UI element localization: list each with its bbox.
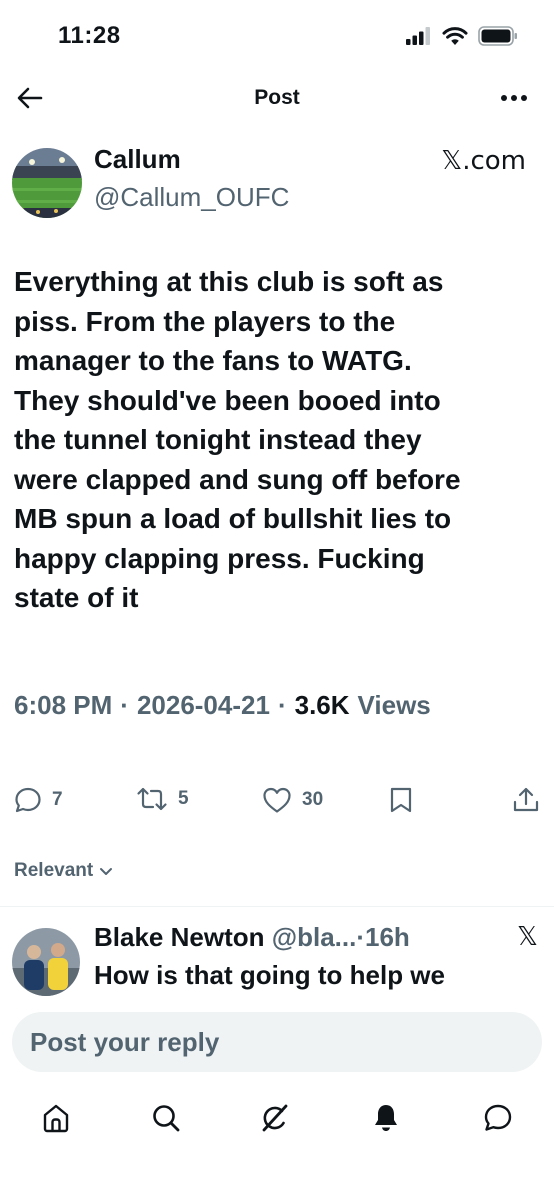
author-avatar[interactable]	[12, 148, 82, 218]
status-time: 11:28	[58, 22, 121, 49]
source-label: 𝕏.com	[441, 146, 526, 176]
views-label: Views	[357, 690, 431, 720]
tab-home[interactable]	[36, 1098, 76, 1138]
top-bar: Post	[0, 76, 554, 122]
sort-label: Relevant	[14, 860, 94, 881]
status-bar: 11:28	[0, 0, 554, 70]
views-count: 3.6K	[294, 690, 350, 720]
reply-item[interactable]: Blake Newton @bla...·16h 𝕏 How is that g…	[12, 922, 542, 1002]
reply-source-label: 𝕏	[517, 922, 538, 952]
notifications-icon	[375, 1105, 397, 1131]
like-button[interactable]: 30	[262, 786, 323, 814]
grok-icon	[262, 1104, 288, 1132]
like-count: 30	[302, 789, 324, 810]
post-time[interactable]: 6:08 PM	[14, 690, 112, 721]
heart-icon	[263, 787, 291, 813]
chevron-down-icon	[100, 868, 113, 875]
reply-button[interactable]: 7	[14, 786, 63, 814]
page-title: Post	[254, 86, 300, 109]
post-meta: 6:08 PM · 2026-04-21 · 3.6K Views	[14, 690, 431, 721]
stadium-avatar-image	[12, 148, 82, 218]
battery-icon	[478, 26, 517, 46]
reply-time: 16h	[365, 922, 410, 952]
wifi-icon	[442, 27, 468, 45]
reply-count: 7	[52, 789, 63, 810]
reply-text: How is that going to help we	[94, 960, 445, 990]
share-icon	[513, 787, 539, 812]
sort-replies-dropdown[interactable]: Relevant	[14, 860, 113, 882]
post-text: Everything at this club is soft as piss.…	[14, 266, 461, 613]
tab-notifications[interactable]	[366, 1098, 406, 1138]
meta-separator: ·	[120, 690, 129, 720]
author-name[interactable]: Callum	[94, 144, 181, 175]
bottom-tab-bar	[0, 1092, 554, 1142]
post-actions: 7 5 30	[0, 786, 554, 820]
reply-author-name[interactable]: Blake Newton	[94, 922, 265, 952]
tab-search[interactable]	[146, 1098, 186, 1138]
post-author: Callum @Callum_OUFC 𝕏.com	[12, 144, 542, 220]
repost-icon	[137, 787, 167, 811]
search-icon	[153, 1105, 180, 1132]
reply-placeholder: Post your reply	[30, 1027, 220, 1057]
reply-icon	[15, 787, 41, 813]
status-icons	[406, 26, 518, 46]
signal-icon	[406, 27, 430, 45]
home-icon	[43, 1104, 69, 1133]
tab-messages[interactable]	[478, 1098, 518, 1138]
messages-icon	[484, 1104, 512, 1131]
divider	[0, 906, 554, 907]
reply-author-handle[interactable]: @bla...	[272, 922, 357, 952]
reply-input[interactable]: Post your reply	[12, 1012, 542, 1072]
meta-separator: ·	[277, 690, 287, 720]
more-button[interactable]	[496, 84, 532, 112]
bookmark-icon	[390, 787, 412, 813]
repost-button[interactable]: 5	[136, 786, 189, 812]
reply-avatar[interactable]	[12, 928, 80, 996]
repost-count: 5	[178, 788, 189, 809]
bookmark-button[interactable]	[388, 786, 414, 814]
more-icon	[501, 95, 527, 101]
tab-grok[interactable]	[254, 1098, 294, 1138]
reply-dot: ·	[356, 922, 365, 952]
people-avatar-image	[12, 928, 80, 996]
reply-header: Blake Newton @bla...·16h	[94, 922, 410, 953]
author-handle[interactable]: @Callum_OUFC	[94, 182, 289, 213]
post-date[interactable]: 2026-04-21	[137, 690, 270, 721]
share-button[interactable]	[512, 786, 540, 814]
